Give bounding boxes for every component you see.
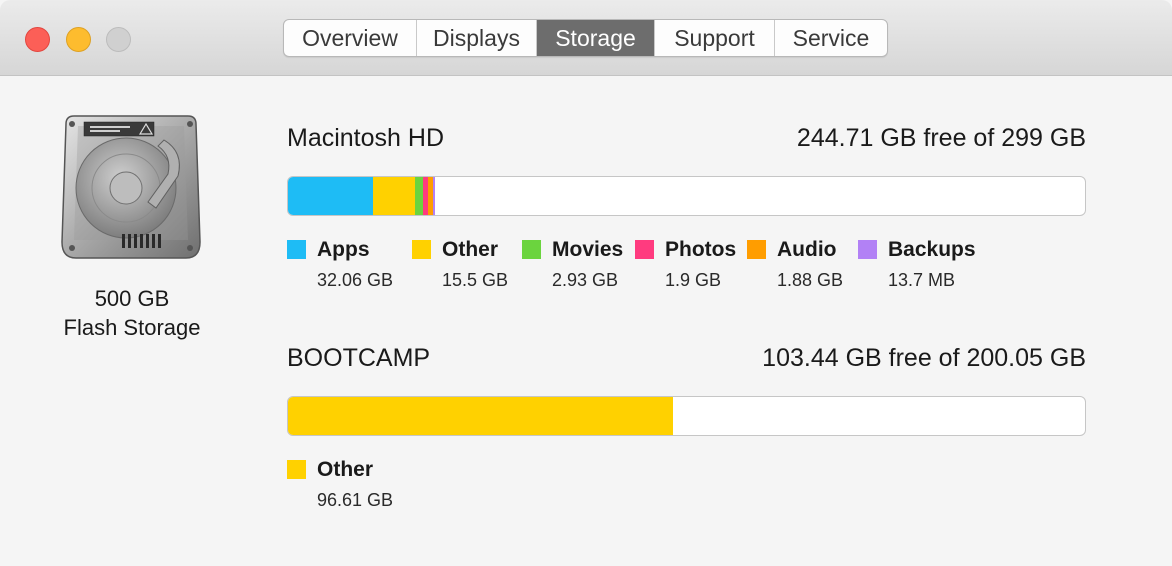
tab-support[interactable]: Support (655, 20, 775, 56)
storage-usage-bar[interactable] (287, 176, 1086, 216)
volume-macintosh-hd: Macintosh HD 244.71 GB free of 299 GB Ap… (287, 124, 1086, 290)
tab-bar: Overview Displays Storage Support Servic… (283, 19, 888, 57)
tab-overview[interactable]: Overview (284, 20, 417, 56)
volume-free-space: 244.71 GB free of 299 GB (796, 124, 1086, 152)
legend-swatch (287, 240, 306, 259)
bar-segment-apps (288, 177, 374, 215)
legend-swatch (287, 460, 306, 479)
volume-name: BOOTCAMP (287, 344, 431, 372)
close-button[interactable] (25, 27, 50, 52)
minimize-button[interactable] (66, 27, 91, 52)
bar-segment-backups (432, 177, 435, 215)
bar-segment-movies (414, 177, 423, 215)
legend-label: Apps (317, 238, 370, 261)
volume-header: Macintosh HD 244.71 GB free of 299 GB (287, 124, 1086, 158)
drive-caption: 500 GB Flash Storage (32, 284, 232, 342)
legend-size: 96.61 GB (317, 490, 394, 510)
legend-size: 15.5 GB (442, 270, 509, 290)
zoom-button[interactable] (106, 27, 131, 52)
legend-size: 2.93 GB (552, 270, 619, 290)
legend-label: Other (317, 458, 374, 481)
bar-segment-other (373, 177, 415, 215)
legend-swatch (858, 240, 877, 259)
about-this-mac-window: Overview Displays Storage Support Servic… (0, 0, 1172, 566)
volume-header: BOOTCAMP 103.44 GB free of 200.05 GB (287, 344, 1086, 378)
legend-size: 1.9 GB (665, 270, 722, 290)
legend-swatch (635, 240, 654, 259)
hard-drive-icon (61, 115, 201, 259)
legend-swatch (747, 240, 766, 259)
volume-free-space: 103.44 GB free of 200.05 GB (762, 344, 1086, 372)
storage-legend: Apps 32.06 GB Other 15.5 GB Movies 2.93 … (287, 238, 1086, 298)
legend-size: 32.06 GB (317, 270, 394, 290)
legend-label: Movies (552, 238, 624, 261)
tab-service[interactable]: Service (775, 20, 887, 56)
legend-label: Photos (665, 238, 737, 261)
legend-swatch (522, 240, 541, 259)
tab-storage[interactable]: Storage (537, 20, 655, 56)
legend-swatch (412, 240, 431, 259)
legend-label: Backups (888, 238, 976, 261)
legend-label: Audio (777, 238, 837, 261)
storage-legend: Other 96.61 GB (287, 458, 1086, 518)
title-bar: Overview Displays Storage Support Servic… (0, 0, 1172, 76)
storage-usage-bar[interactable] (287, 396, 1086, 436)
volume-bootcamp: BOOTCAMP 103.44 GB free of 200.05 GB Oth… (287, 344, 1086, 510)
volume-name: Macintosh HD (287, 124, 444, 152)
drive-type: Flash Storage (63, 315, 201, 340)
bar-segment-other (288, 397, 673, 435)
legend-size: 1.88 GB (777, 270, 844, 290)
legend-size: 13.7 MB (888, 270, 956, 290)
tab-displays[interactable]: Displays (417, 20, 537, 56)
drive-capacity: 500 GB (94, 286, 170, 311)
legend-label: Other (442, 238, 499, 261)
